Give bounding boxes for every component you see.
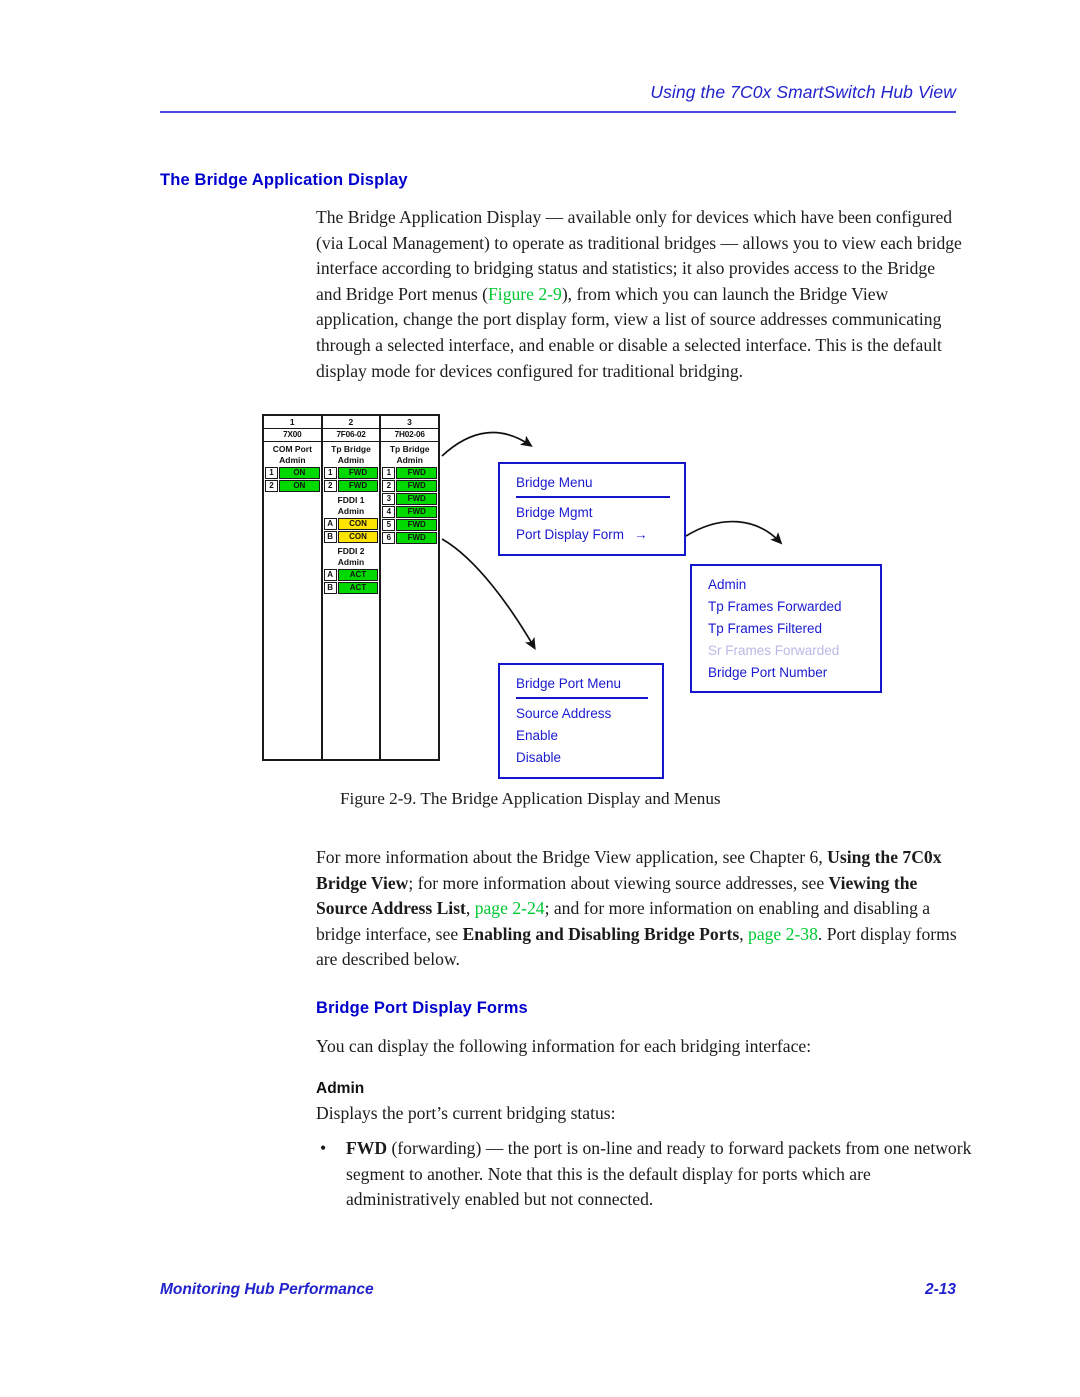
link-page-2-24[interactable]: page 2-24 xyxy=(475,898,545,918)
footer-page-number: 2-13 xyxy=(924,1281,956,1298)
more-info-text-1: For more information about the Bridge Vi… xyxy=(316,847,828,867)
menu-item-port-display-form-label: Port Display Form xyxy=(516,527,625,543)
heading-bridge-port-display-forms: Bridge Port Display Forms xyxy=(316,999,528,1017)
page-header: Using the 7C0x SmartSwitch Hub View xyxy=(160,82,956,124)
list-item-fwd-text: FWD (forwarding) — the port is on-line a… xyxy=(346,1136,976,1213)
more-info-text-3: , xyxy=(465,898,475,919)
footer-section-title: Monitoring Hub Performance xyxy=(160,1281,374,1298)
header-title: Using the 7C0x SmartSwitch Hub View xyxy=(650,82,956,102)
figure-bridge-application-display: 1 7X00 COM Port Admin 1 ON 2 ON 2 7F06-0… xyxy=(262,414,882,779)
more-info-text-2: ; for more information about viewing sou… xyxy=(408,872,829,893)
heading-admin: Admin xyxy=(316,1080,365,1097)
bullet-icon: • xyxy=(320,1138,327,1158)
menu-item-bridge-port-number[interactable]: Bridge Port Number xyxy=(692,661,880,683)
list-item-fwd: • FWD (forwarding) — the port is on-line… xyxy=(316,1136,976,1213)
page-footer: Monitoring Hub Performance 2-13 xyxy=(160,1281,956,1299)
menu-bridge-title: Bridge Menu xyxy=(516,474,593,490)
menu-item-enable[interactable]: Enable xyxy=(500,725,662,747)
figure-caption: Figure 2-9. The Bridge Application Displ… xyxy=(340,789,721,808)
link-page-2-38[interactable]: page 2-38 xyxy=(748,924,818,944)
menu-bridge[interactable]: Bridge Menu Bridge Mgmt Port Display For… xyxy=(498,462,686,556)
menu-item-tp-frames-forwarded[interactable]: Tp Frames Forwarded xyxy=(692,595,880,617)
paragraph-display-info: You can display the following informatio… xyxy=(316,1036,812,1056)
menu-item-tp-frames-filtered[interactable]: Tp Frames Filtered xyxy=(692,617,880,639)
term-fwd: FWD xyxy=(346,1138,388,1158)
heading-bridge-application-display: The Bridge Application Display xyxy=(160,171,408,189)
menu-item-source-address[interactable]: Source Address xyxy=(500,703,662,725)
menu-bridge-port-title: Bridge Port Menu xyxy=(516,675,622,691)
paragraph-more-information: For more information about the Bridge Vi… xyxy=(316,845,966,973)
menu-item-port-display-form[interactable]: Port Display Form → xyxy=(500,524,684,546)
menu-item-disable[interactable]: Disable xyxy=(500,747,662,769)
menu-divider xyxy=(516,495,670,498)
menu-divider xyxy=(516,696,648,699)
menu-port-display-form[interactable]: Admin Tp Frames Forwarded Tp Frames Filt… xyxy=(690,564,882,693)
ref-enabling-disabling-bridge-ports: Enabling and Disabling Bridge Ports xyxy=(462,923,740,944)
menu-bridge-port[interactable]: Bridge Port Menu Source Address Enable D… xyxy=(498,663,664,779)
paragraph-admin-description: Displays the port’s current bridging sta… xyxy=(316,1103,616,1123)
arrow-to-bridge-menu xyxy=(441,431,533,457)
header-divider xyxy=(160,110,956,113)
submenu-arrow-icon: → xyxy=(634,527,648,543)
more-info-text-5: , xyxy=(739,923,749,944)
menu-item-sr-frames-forwarded: Sr Frames Forwarded xyxy=(708,642,840,658)
link-figure-2-9[interactable]: Figure 2-9 xyxy=(488,284,562,304)
term-fwd-description: (forwarding) — the port is on-line and r… xyxy=(346,1138,972,1210)
menu-item-admin[interactable]: Admin xyxy=(692,573,880,595)
paragraph-intro: The Bridge Application Display — availab… xyxy=(316,205,964,384)
menu-item-bridge-mgmt[interactable]: Bridge Mgmt xyxy=(500,502,684,524)
arrow-to-port-display-form xyxy=(685,520,783,545)
